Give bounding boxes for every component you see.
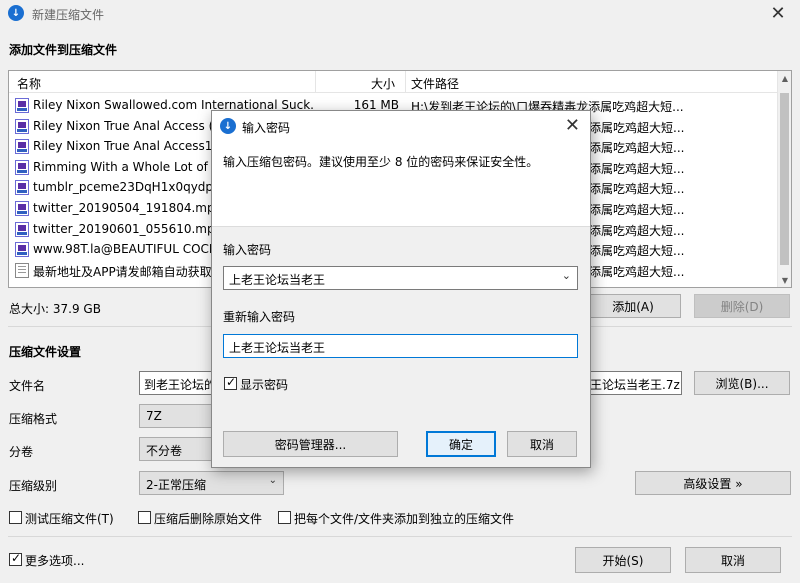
app-logo-icon: ↓ — [8, 5, 24, 21]
video-file-icon — [15, 221, 29, 237]
file-path: 添属吃鸡超大短... — [589, 161, 685, 176]
file-path: 添属吃鸡超大短... — [589, 182, 685, 197]
dialog-title-bar: ↓ 输入密码 ✕ — [212, 111, 590, 141]
show-password-label[interactable]: 显示密码 — [240, 376, 288, 393]
start-button[interactable]: 开始(S) — [575, 547, 671, 573]
confirm-password-input-value: 上老王论坛当老王 — [229, 341, 326, 355]
column-header-path[interactable]: 文件路径 — [411, 75, 459, 92]
dialog-description: 输入压缩包密码。建议使用至少 8 位的密码来保证安全性。 — [223, 155, 539, 169]
scroll-up-arrow-icon[interactable]: ▲ — [778, 71, 791, 85]
video-file-icon — [15, 118, 29, 134]
dialog-ok-button[interactable]: 确定 — [426, 431, 496, 457]
format-label: 压缩格式 — [9, 412, 58, 426]
video-file-icon — [15, 98, 29, 113]
dialog-cancel-button[interactable]: 取消 — [507, 431, 577, 457]
delete-after-checkbox[interactable] — [138, 511, 151, 524]
format-select-value: 7Z — [146, 409, 162, 423]
advanced-settings-button[interactable]: 高级设置 » — [635, 471, 791, 495]
volume-select-value: 不分卷 — [146, 444, 183, 458]
video-file-icon — [15, 242, 29, 258]
column-header-name[interactable]: 名称 — [17, 75, 41, 92]
scroll-thumb[interactable] — [780, 93, 789, 265]
delete-after-label[interactable]: 压缩后删除原始文件 — [154, 510, 262, 527]
file-path: 添属吃鸡超大短... — [589, 244, 685, 259]
password-input-value: 上老王论坛当老王 — [229, 273, 326, 287]
level-select-value: 2-正常压缩 — [146, 478, 206, 492]
file-path: 添属吃鸡超大短... — [589, 264, 685, 279]
chevron-down-icon: ⌄ — [268, 475, 277, 486]
format-select[interactable]: 7Z — [139, 404, 215, 428]
password-input[interactable]: 上老王论坛当老王 ⌄ — [223, 266, 578, 290]
window-title: 新建压缩文件 — [32, 8, 105, 22]
filename-field-left[interactable]: 到老王论坛的 — [139, 371, 215, 395]
test-archive-checkbox[interactable] — [9, 511, 22, 524]
total-size-label: 总大小: 37.9 GB — [9, 302, 101, 316]
level-label: 压缩级别 — [9, 479, 58, 493]
file-list-header: 名称 大小 文件路径 — [9, 71, 791, 93]
video-file-icon — [15, 201, 29, 216]
confirm-password-input[interactable]: 上老王论坛当老王 — [223, 334, 578, 358]
column-header-size[interactable]: 大小 — [371, 75, 395, 92]
show-password-checkbox[interactable] — [224, 375, 237, 390]
video-file-icon — [15, 139, 29, 155]
file-path: 添属吃鸡超大短... — [589, 223, 685, 238]
filename-label: 文件名 — [9, 379, 46, 393]
password-dialog: ↓ 输入密码 ✕ 输入压缩包密码。建议使用至少 8 位的密码来保证安全性。 输入… — [211, 110, 591, 468]
test-archive-label[interactable]: 测试压缩文件(T) — [25, 510, 114, 527]
confirm-password-label: 重新输入密码 — [223, 310, 296, 324]
volume-label: 分卷 — [9, 445, 34, 459]
scroll-down-arrow-icon[interactable]: ▼ — [778, 273, 791, 287]
file-path: 添属吃鸡超大短... — [589, 141, 685, 156]
settings-section-title: 压缩文件设置 — [9, 345, 82, 359]
title-bar: ↓ 新建压缩文件 ✕ — [0, 0, 800, 28]
filename-field-right[interactable]: 王论坛当老王.7z — [585, 371, 682, 395]
file-list-scrollbar[interactable]: ▲ ▼ — [777, 71, 791, 287]
more-options-label[interactable]: 更多选项... — [25, 552, 84, 569]
dialog-title: 输入密码 — [242, 121, 291, 135]
text-file-icon — [15, 262, 29, 278]
cancel-button[interactable]: 取消 — [685, 547, 781, 573]
file-path: 添属吃鸡超大短... — [589, 120, 685, 135]
browse-button[interactable]: 浏览(B)... — [694, 371, 790, 395]
delete-button[interactable]: 删除(D) — [694, 294, 790, 318]
file-path: 添属吃鸡超大短... — [589, 203, 685, 217]
chevron-down-icon[interactable]: ⌄ — [562, 269, 571, 282]
app-logo-icon: ↓ — [220, 118, 236, 134]
dialog-description-area: 输入压缩包密码。建议使用至少 8 位的密码来保证安全性。 — [212, 141, 590, 227]
video-file-icon — [15, 180, 29, 196]
window-close-button[interactable]: ✕ — [766, 2, 790, 24]
volume-select[interactable]: 不分卷 — [139, 437, 215, 461]
add-files-section-title: 添加文件到压缩文件 — [9, 43, 118, 57]
password-label: 输入密码 — [223, 243, 272, 257]
password-manager-button[interactable]: 密码管理器... — [223, 431, 398, 457]
separate-archives-checkbox[interactable] — [278, 511, 291, 524]
level-select[interactable]: 2-正常压缩 ⌄ — [139, 471, 284, 495]
dialog-close-icon[interactable]: ✕ — [565, 115, 580, 136]
more-options-checkbox[interactable] — [9, 551, 22, 566]
separate-archives-label[interactable]: 把每个文件/文件夹添加到独立的压缩文件 — [294, 510, 514, 527]
add-button[interactable]: 添加(A) — [585, 294, 681, 318]
video-file-icon — [15, 159, 29, 175]
